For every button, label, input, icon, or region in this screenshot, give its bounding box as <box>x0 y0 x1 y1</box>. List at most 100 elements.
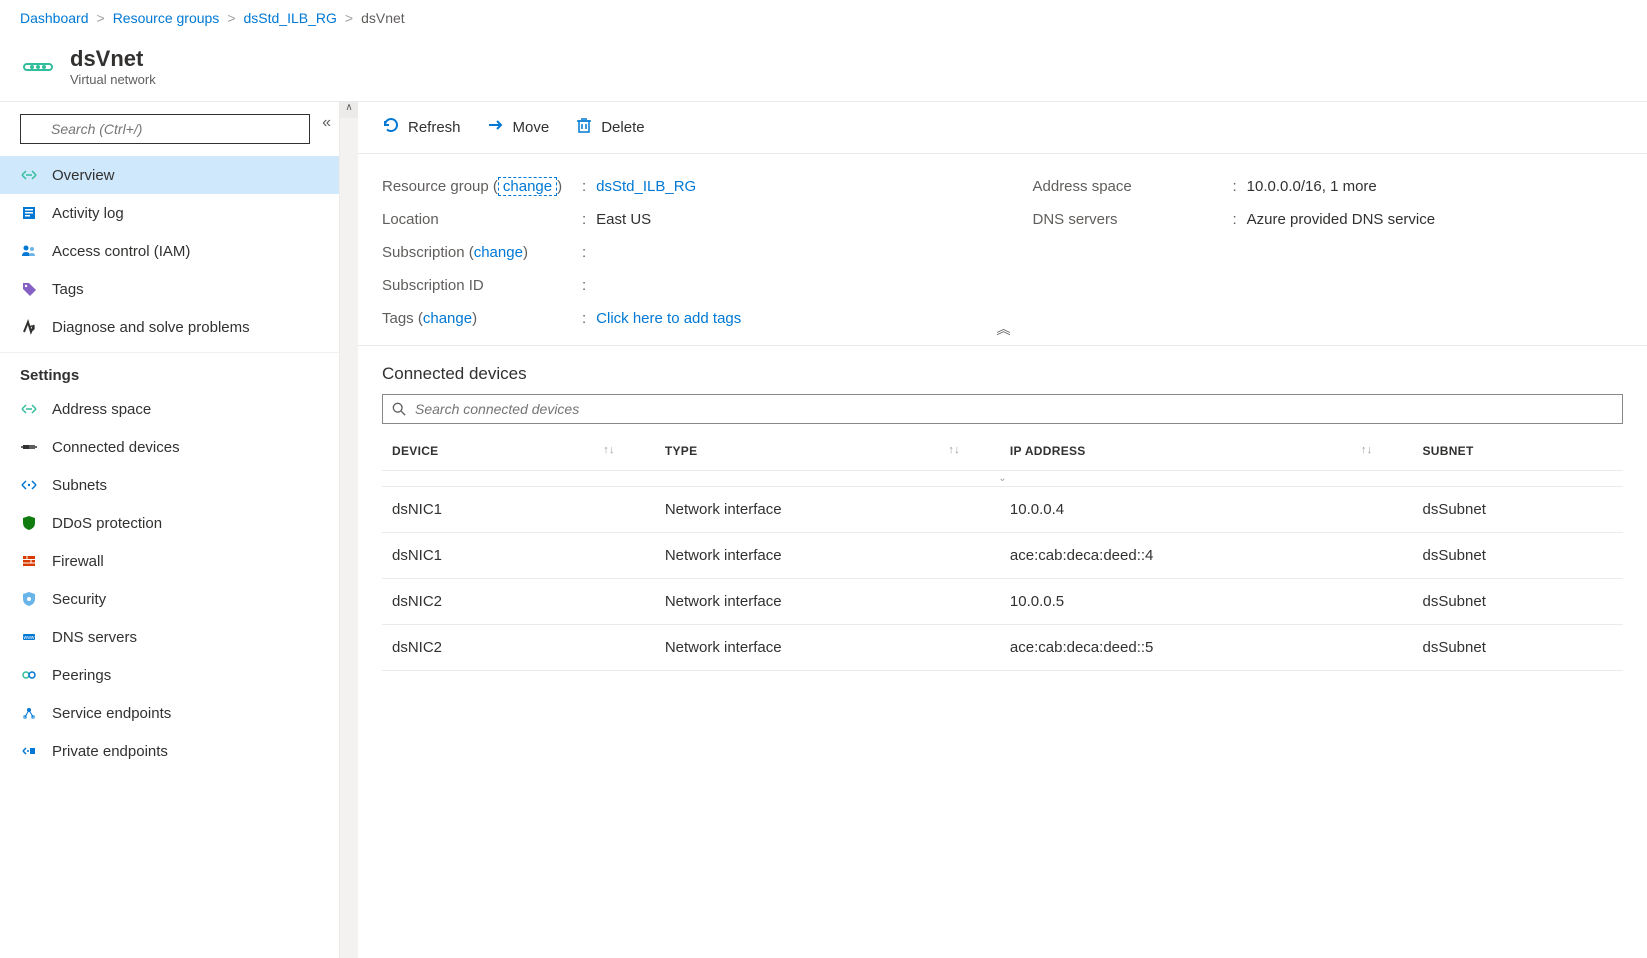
cell-type: Network interface <box>655 579 1000 625</box>
sidebar-item-subnets[interactable]: Subnets <box>0 466 339 504</box>
essentials-panel: Resource group (change):dsStd_ILB_RGLoca… <box>358 154 1647 346</box>
essentials-value[interactable]: dsStd_ILB_RG <box>596 178 696 195</box>
sidebar-item-label: Peerings <box>52 667 111 684</box>
page-title: dsVnet <box>70 46 156 72</box>
vnet-icon <box>20 400 38 418</box>
sidebar-item-label: Overview <box>52 167 115 184</box>
page-subtitle: Virtual network <box>70 72 156 87</box>
devices-table: DEVICE↑↓TYPE↑↓IP ADDRESS↑↓SUBNET ⌄dsNIC1… <box>382 432 1623 671</box>
sidebar-scrollbar[interactable]: ∧ <box>340 102 358 958</box>
subnet-icon <box>20 476 38 494</box>
essentials-row: Subscription ID: <box>382 269 973 302</box>
sidebar-item-access-control-iam-[interactable]: Access control (IAM) <box>0 232 339 270</box>
sidebar-item-label: Private endpoints <box>52 743 168 760</box>
table-row[interactable]: dsNIC2Network interfaceace:cab:deca:deed… <box>382 625 1623 671</box>
sidebar-item-overview[interactable]: Overview <box>0 156 339 194</box>
sidebar-item-label: DNS servers <box>52 629 137 646</box>
collapse-essentials-icon[interactable]: ︽ <box>997 319 1009 339</box>
tags-icon <box>20 280 38 298</box>
essentials-key: Subscription ID <box>382 277 582 294</box>
refresh-icon <box>382 116 400 139</box>
essentials-left: Resource group (change):dsStd_ILB_RGLoca… <box>382 170 973 335</box>
change-link[interactable]: change <box>474 244 523 261</box>
essentials-key: Address space <box>1033 178 1233 195</box>
essentials-row: Resource group (change):dsStd_ILB_RG <box>382 170 973 203</box>
security-icon <box>20 590 38 608</box>
svg-text:www: www <box>24 635 35 641</box>
essentials-key: Resource group (change) <box>382 178 582 195</box>
cell-device: dsNIC2 <box>382 625 655 671</box>
essentials-value: East US <box>596 211 651 228</box>
devices-search-input[interactable] <box>382 394 1623 424</box>
essentials-value[interactable]: Click here to add tags <box>596 310 741 327</box>
shield-icon <box>20 514 38 532</box>
delete-icon <box>575 116 593 139</box>
peer-icon <box>20 666 38 684</box>
sidebar-item-activity-log[interactable]: Activity log <box>0 194 339 232</box>
vnet-icon <box>20 49 56 85</box>
change-link[interactable]: change <box>498 177 557 196</box>
col-device[interactable]: DEVICE↑↓ <box>382 432 655 471</box>
breadcrumb-item[interactable]: dsStd_ILB_RG <box>244 10 337 26</box>
sidebar-item-diagnose-and-solve-problems[interactable]: Diagnose and solve problems <box>0 308 339 346</box>
col-ip-address[interactable]: IP ADDRESS↑↓ <box>1000 432 1413 471</box>
col-type[interactable]: TYPE↑↓ <box>655 432 1000 471</box>
move-icon <box>487 116 505 139</box>
sidebar-item-service-endpoints[interactable]: Service endpoints <box>0 694 339 732</box>
essentials-key: Subscription (change) <box>382 244 582 261</box>
refresh-button[interactable]: Refresh <box>382 116 461 139</box>
change-link[interactable]: change <box>423 310 472 327</box>
log-icon <box>20 204 38 222</box>
breadcrumb-item[interactable]: Dashboard <box>20 10 89 26</box>
move-label: Move <box>513 119 550 136</box>
sidebar-item-dns-servers[interactable]: www DNS servers <box>0 618 339 656</box>
connected-devices-heading: Connected devices <box>382 364 1623 384</box>
iam-icon <box>20 242 38 260</box>
service-icon <box>20 704 38 722</box>
sidebar-item-security[interactable]: Security <box>0 580 339 618</box>
breadcrumb-item[interactable]: Resource groups <box>113 10 220 26</box>
sidebar-item-tags[interactable]: Tags <box>0 270 339 308</box>
sidebar-item-label: Firewall <box>52 553 104 570</box>
sort-icon[interactable]: ↑↓ <box>603 444 615 456</box>
sidebar-search-input[interactable] <box>20 114 310 144</box>
col-subnet[interactable]: SUBNET <box>1412 432 1623 471</box>
cell-subnet: dsSubnet <box>1412 579 1623 625</box>
essentials-row: Subscription (change): <box>382 236 973 269</box>
delete-button[interactable]: Delete <box>575 116 644 139</box>
sidebar-item-connected-devices[interactable]: Connected devices <box>0 428 339 466</box>
sidebar-nav: Overview Activity log Access control (IAM)… <box>0 152 339 958</box>
sidebar-item-firewall[interactable]: Firewall <box>0 542 339 580</box>
sidebar-item-label: Address space <box>52 401 151 418</box>
sort-icon[interactable]: ↑↓ <box>1361 444 1373 456</box>
essentials-row: Address space:10.0.0.0/16, 1 more <box>1033 170 1624 203</box>
sidebar-item-ddos-protection[interactable]: DDoS protection <box>0 504 339 542</box>
firewall-icon <box>20 552 38 570</box>
sidebar-item-address-space[interactable]: Address space <box>0 390 339 428</box>
cell-type: Network interface <box>655 533 1000 579</box>
breadcrumb-separator: > <box>345 10 353 26</box>
essentials-row: Tags (change):Click here to add tags <box>382 302 973 335</box>
cell-subnet: dsSubnet <box>1412 533 1623 579</box>
dns-icon: www <box>20 628 38 646</box>
essentials-row: Location:East US <box>382 203 973 236</box>
plug-icon <box>20 438 38 456</box>
essentials-right: Address space:10.0.0.0/16, 1 moreDNS ser… <box>1033 170 1624 335</box>
table-row[interactable]: dsNIC1Network interfaceace:cab:deca:deed… <box>382 533 1623 579</box>
sidebar-item-private-endpoints[interactable]: Private endpoints <box>0 732 339 770</box>
scroll-up-icon[interactable]: ∧ <box>340 102 358 118</box>
table-row[interactable]: dsNIC2Network interface10.0.0.5dsSubnet <box>382 579 1623 625</box>
command-bar: Refresh Move Delete <box>358 102 1647 154</box>
expand-row-icon[interactable]: ⌄ <box>382 471 1623 487</box>
move-button[interactable]: Move <box>487 116 550 139</box>
essentials-value: 10.0.0.0/16, 1 more <box>1247 178 1377 195</box>
cell-type: Network interface <box>655 487 1000 533</box>
table-row[interactable]: dsNIC1Network interface10.0.0.4dsSubnet <box>382 487 1623 533</box>
sort-icon[interactable]: ↑↓ <box>948 444 960 456</box>
sidebar-item-peerings[interactable]: Peerings <box>0 656 339 694</box>
sidebar-item-label: Activity log <box>52 205 124 222</box>
private-icon <box>20 742 38 760</box>
breadcrumb-separator: > <box>97 10 105 26</box>
content-pane: Refresh Move Delete Resource group (chan… <box>358 102 1647 958</box>
essentials-value: Azure provided DNS service <box>1247 211 1435 228</box>
